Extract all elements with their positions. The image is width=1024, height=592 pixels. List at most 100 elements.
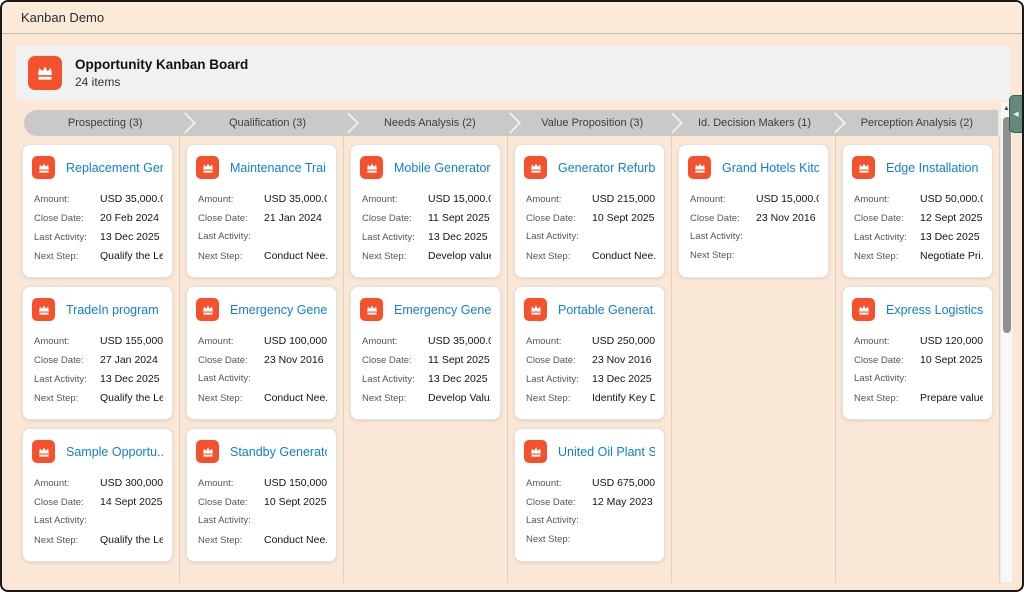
opportunity-title-link[interactable]: Maintenance Trai... <box>230 161 327 175</box>
field-row-close-date: Close Date: 21 Jan 2024 <box>198 212 327 225</box>
opportunity-card[interactable]: Generator Refurbi... Amount: USD 215,000… <box>514 144 665 278</box>
field-row-amount: Amount: USD 35,000.00 <box>198 193 327 206</box>
field-row-last-activity: Last Activity: <box>198 231 327 244</box>
field-row-last-activity: Last Activity: <box>526 515 655 528</box>
opportunity-card[interactable]: Standby Generator Amount: USD 150,000.00… <box>186 428 337 562</box>
field-label: Close Date: <box>198 497 264 508</box>
field-value: USD 100,000.00 <box>264 335 327 347</box>
stage-header-row: Prospecting (3) Qualification (3) Needs … <box>24 110 998 136</box>
card-fields: Amount: USD 300,000.00 Close Date: 14 Se… <box>32 477 163 547</box>
panel-collapse-button[interactable]: ◀ <box>1009 95 1022 133</box>
field-label: Next Step: <box>362 251 428 262</box>
field-value: 10 Sept 2025 <box>264 496 326 508</box>
stage-header[interactable]: Id. Decision Makers (1) <box>673 110 835 136</box>
crown-icon <box>688 156 711 179</box>
opportunity-card[interactable]: Mobile Generators Amount: USD 15,000.00 … <box>350 144 501 278</box>
field-label: Next Step: <box>526 251 592 262</box>
opportunity-title-link[interactable]: Sample Opportu... <box>66 445 163 459</box>
opportunity-title-link[interactable]: Standby Generator <box>230 445 327 459</box>
opportunity-title-link[interactable]: Generator Refurbi... <box>558 161 655 175</box>
stage-header[interactable]: Prospecting (3) <box>24 110 186 136</box>
field-value: USD 35,000.00 <box>264 193 327 205</box>
card-header: Express Logistics ... <box>852 298 983 321</box>
card-header: Sample Opportu... <box>32 440 163 463</box>
field-label: Close Date: <box>526 355 592 366</box>
opportunity-card[interactable]: Emergency Gener... Amount: USD 35,000.00… <box>350 286 501 420</box>
field-label: Last Activity: <box>198 373 264 384</box>
kanban-columns: Replacement Gen... Amount: USD 35,000.00… <box>16 136 1000 583</box>
crown-icon <box>360 298 383 321</box>
crown-icon <box>524 156 547 179</box>
opportunity-card[interactable]: Emergency Gener... Amount: USD 100,000.0… <box>186 286 337 420</box>
window-title: Kanban Demo <box>21 10 104 25</box>
field-row-amount: Amount: USD 300,000.00 <box>34 477 163 490</box>
field-label: Close Date: <box>198 213 264 224</box>
field-value: USD 300,000.00 <box>100 477 163 489</box>
card-fields: Amount: USD 100,000.00 Close Date: 23 No… <box>196 335 327 405</box>
field-row-amount: Amount: USD 675,000.00 <box>526 477 655 490</box>
card-fields: Amount: USD 35,000.00 Close Date: 11 Sep… <box>360 335 491 405</box>
opportunity-title-link[interactable]: Grand Hotels Kitc... <box>722 161 819 175</box>
card-header: Replacement Gen... <box>32 156 163 179</box>
opportunity-title-link[interactable]: Mobile Generators <box>394 161 491 175</box>
field-value: 10 Sept 2025 <box>592 212 654 224</box>
field-value: Conduct Nee... <box>264 392 327 404</box>
field-value: USD 35,000.00 <box>100 193 163 205</box>
field-label: Next Step: <box>198 535 264 546</box>
stage-header[interactable]: Needs Analysis (2) <box>349 110 511 136</box>
board-header-text: Opportunity Kanban Board 24 items <box>75 57 248 89</box>
opportunity-card[interactable]: Maintenance Trai... Amount: USD 35,000.0… <box>186 144 337 278</box>
field-row-close-date: Close Date: 14 Sept 2025 <box>34 496 163 509</box>
kanban-column: Mobile Generators Amount: USD 15,000.00 … <box>344 136 508 583</box>
card-fields: Amount: USD 250,000.00 Close Date: 23 No… <box>524 335 655 405</box>
stage-header[interactable]: Perception Analysis (2) <box>836 110 998 136</box>
opportunity-title-link[interactable]: Emergency Gener... <box>230 303 327 317</box>
field-label: Next Step: <box>690 250 756 261</box>
opportunity-card[interactable]: Edge Installation Amount: USD 50,000.00 … <box>842 144 993 278</box>
field-value: Develop value... <box>428 250 491 262</box>
card-fields: Amount: USD 150,000.00 Close Date: 10 Se… <box>196 477 327 547</box>
card-fields: Amount: USD 50,000.00 Close Date: 12 Sep… <box>852 193 983 263</box>
crown-icon <box>524 440 547 463</box>
field-row-next-step: Next Step: Conduct Nee... <box>198 250 327 263</box>
field-value: 27 Jan 2024 <box>100 354 158 366</box>
field-row-last-activity: Last Activity: <box>854 373 983 386</box>
field-row-last-activity: Last Activity: 13 Dec 2025 <box>362 231 491 244</box>
field-row-close-date: Close Date: 10 Sept 2025 <box>526 212 655 225</box>
field-row-close-date: Close Date: 23 Nov 2016 <box>690 212 819 225</box>
field-value: Prepare value... <box>920 392 983 404</box>
opportunity-title-link[interactable]: Edge Installation <box>886 161 978 175</box>
opportunity-card[interactable]: Express Logistics ... Amount: USD 120,00… <box>842 286 993 420</box>
opportunity-card[interactable]: Sample Opportu... Amount: USD 300,000.00… <box>22 428 173 562</box>
opportunity-card[interactable]: Portable Generat... Amount: USD 250,000.… <box>514 286 665 420</box>
crown-icon <box>196 298 219 321</box>
field-value: USD 250,000.00 <box>592 335 655 347</box>
field-row-next-step: Next Step: Develop value... <box>362 250 491 263</box>
card-header: Mobile Generators <box>360 156 491 179</box>
opportunity-title-link[interactable]: Portable Generat... <box>558 303 655 317</box>
field-value: Conduct Nee... <box>264 250 327 262</box>
card-header: Grand Hotels Kitc... <box>688 156 819 179</box>
opportunity-title-link[interactable]: Replacement Gen... <box>66 161 163 175</box>
opportunity-title-link[interactable]: United Oil Plant S... <box>558 445 655 459</box>
opportunity-title-link[interactable]: Emergency Gener... <box>394 303 491 317</box>
field-row-last-activity: Last Activity: <box>690 231 819 244</box>
opportunity-title-link[interactable]: TradeIn program <box>66 303 159 317</box>
opportunity-card[interactable]: Grand Hotels Kitc... Amount: USD 15,000.… <box>678 144 829 278</box>
vertical-scrollbar[interactable]: ▲ <box>1000 102 1012 582</box>
field-label: Next Step: <box>34 535 100 546</box>
stage-header[interactable]: Qualification (3) <box>186 110 348 136</box>
field-row-last-activity: Last Activity: <box>34 515 163 528</box>
scrollbar-thumb[interactable] <box>1003 117 1011 333</box>
field-label: Amount: <box>526 336 592 347</box>
opportunity-card[interactable]: United Oil Plant S... Amount: USD 675,00… <box>514 428 665 562</box>
opportunity-card[interactable]: Replacement Gen... Amount: USD 35,000.00… <box>22 144 173 278</box>
stage-header[interactable]: Value Proposition (3) <box>511 110 673 136</box>
field-row-amount: Amount: USD 15,000.00 <box>362 193 491 206</box>
kanban-column: Generator Refurbi... Amount: USD 215,000… <box>508 136 672 583</box>
field-value: 23 Nov 2016 <box>756 212 816 224</box>
opportunity-card[interactable]: TradeIn program Amount: USD 155,000.00 C… <box>22 286 173 420</box>
field-label: Amount: <box>526 194 592 205</box>
board-items-count: 24 items <box>75 75 248 89</box>
opportunity-title-link[interactable]: Express Logistics ... <box>886 303 983 317</box>
